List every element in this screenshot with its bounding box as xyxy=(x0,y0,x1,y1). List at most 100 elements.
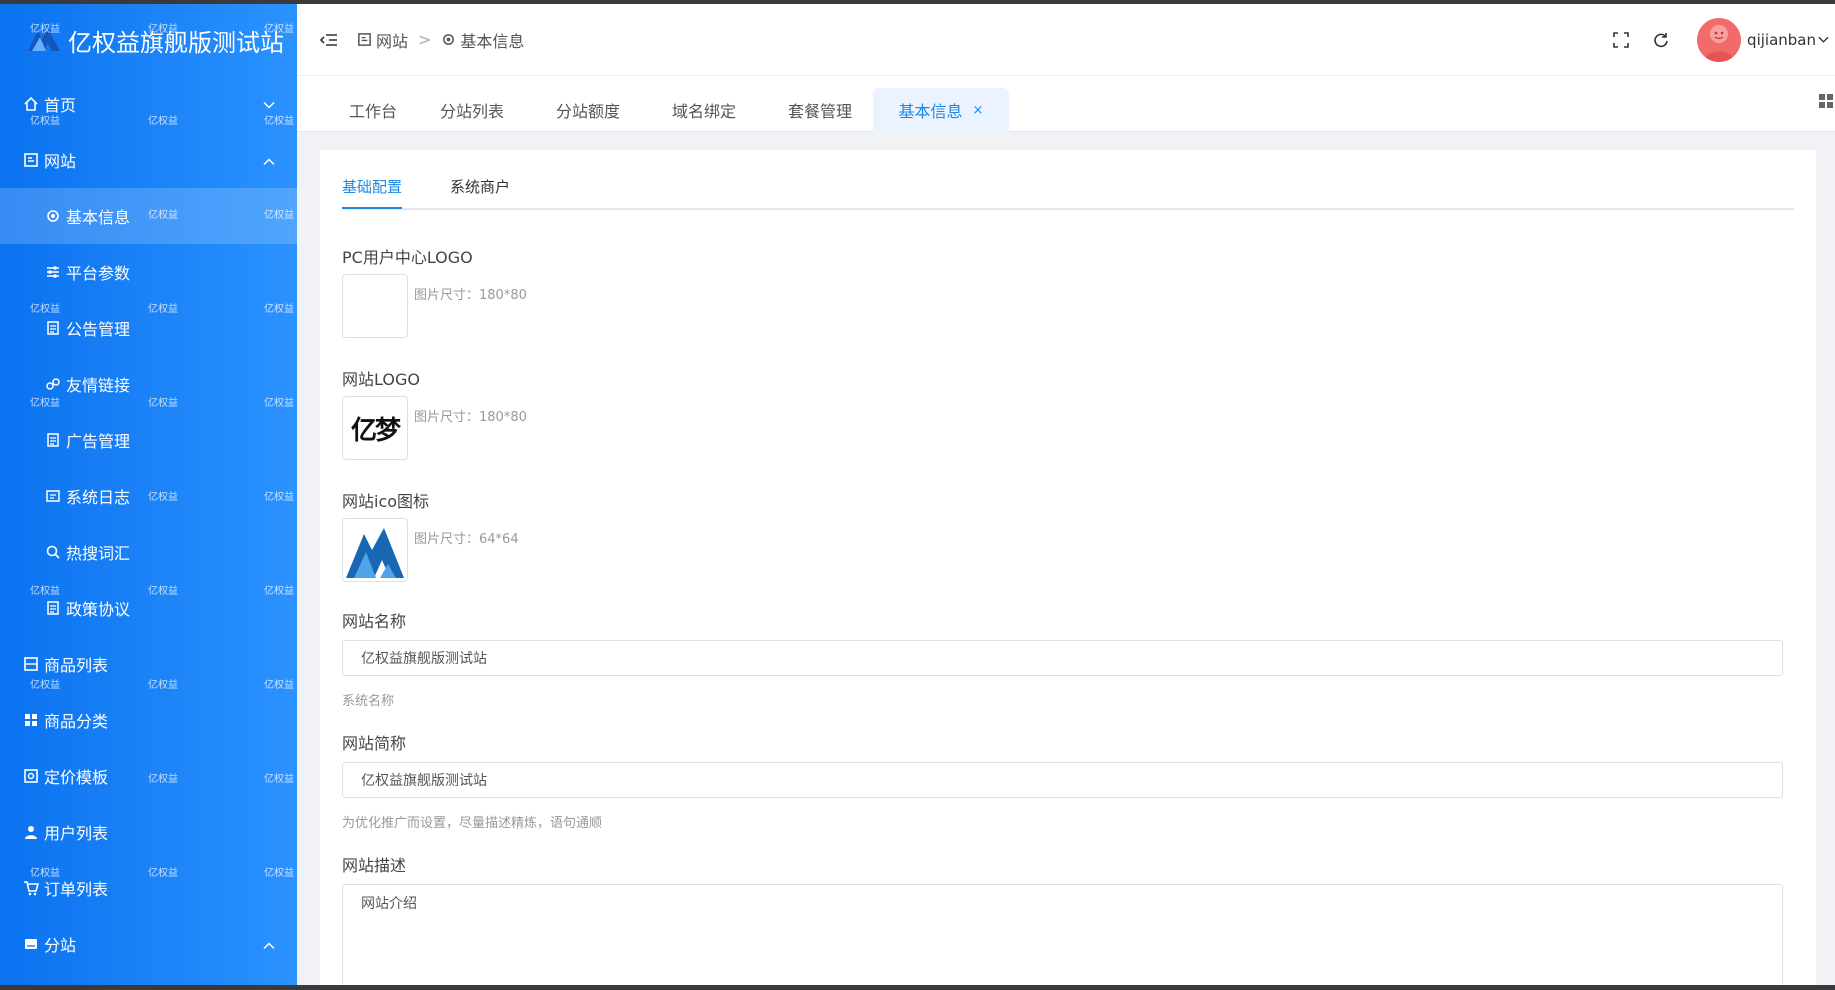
brand-logo-icon xyxy=(28,29,60,51)
refresh-icon xyxy=(1654,32,1668,47)
sidebar-item-label: 热搜词汇 xyxy=(66,544,131,563)
subtab-basic-config[interactable]: 基础配置 xyxy=(342,176,403,209)
tab-label: 基本信息 xyxy=(898,102,963,121)
fullscreen-icon xyxy=(1613,31,1629,48)
breadcrumb-item-site[interactable]: 网站 xyxy=(357,28,408,52)
fullscreen-button[interactable] xyxy=(1609,28,1633,52)
branch-icon xyxy=(22,935,40,953)
sidebar-item-label: 用户列表 xyxy=(44,824,109,843)
chevron-down-icon xyxy=(1818,36,1829,43)
pc-logo-hint: 图片尺寸：180*80 xyxy=(414,288,527,303)
sidebar-item-label: 公告管理 xyxy=(66,320,131,339)
user-menu[interactable]: qijianban xyxy=(1747,31,1829,49)
refresh-button[interactable] xyxy=(1649,28,1673,52)
site-short-name-input[interactable]: 亿权益旗舰版测试站 xyxy=(342,762,1783,798)
brand[interactable]: 亿权益旗舰版测试站 xyxy=(0,4,297,76)
avatar-face-icon xyxy=(1703,24,1736,62)
site-icon-hint: 图片尺寸：64*64 xyxy=(414,532,519,547)
user-icon xyxy=(22,823,40,841)
tab-label: 套餐管理 xyxy=(787,102,852,121)
app-window: 亿权益旗舰版测试站 首页 网站 基本信息 平台参数 公告管理 友情链接 广告管理… xyxy=(0,4,1835,985)
pc-logo-upload[interactable] xyxy=(342,274,408,338)
site-logo-hint: 图片尺寸：180*80 xyxy=(414,410,527,425)
chevron-down-icon xyxy=(263,95,275,114)
sidebar-item-label: 友情链接 xyxy=(66,376,131,395)
gear-icon xyxy=(443,34,455,45)
tab-label: 分站额度 xyxy=(555,102,620,121)
config-tabs: 基础配置 系统商户 xyxy=(342,172,1794,210)
site-logo-upload[interactable]: 亿梦 xyxy=(342,396,408,460)
sidebar-item-announcements[interactable]: 公告管理 xyxy=(0,300,297,356)
breadcrumb: 网站 > 基本信息 xyxy=(357,28,524,52)
home-icon xyxy=(22,95,40,113)
sidebar-item-ads[interactable]: 广告管理 xyxy=(0,412,297,468)
sidebar-item-price-template[interactable]: 定价模板 xyxy=(0,748,297,804)
tab-label: 工作台 xyxy=(348,102,397,121)
sidebar-item-system-log[interactable]: 系统日志 xyxy=(0,468,297,524)
breadcrumb-label: 网站 xyxy=(376,31,409,51)
avatar[interactable] xyxy=(1697,17,1742,62)
tab-domain-binding[interactable]: 域名绑定 xyxy=(659,88,749,132)
box-icon xyxy=(22,655,40,673)
site-short-name-help: 为优化推广而设置，尽量描述精炼，语句通顺 xyxy=(342,816,603,831)
site-description-value: 网站介绍 xyxy=(361,896,417,912)
document-icon xyxy=(44,599,62,617)
site-short-name-label: 网站简称 xyxy=(342,734,407,753)
brand-title: 亿权益旗舰版测试站 xyxy=(68,28,284,57)
site-icon-upload[interactable] xyxy=(342,518,408,582)
sidebar-item-label: 首页 xyxy=(44,96,77,115)
sidebar-item-product-category[interactable]: 商品分类 xyxy=(0,692,297,748)
site-short-name-value: 亿权益旗舰版测试站 xyxy=(361,773,487,789)
sidebar: 亿权益旗舰版测试站 首页 网站 基本信息 平台参数 公告管理 友情链接 广告管理… xyxy=(0,4,297,985)
sidebar-item-platform-params[interactable]: 平台参数 xyxy=(0,244,297,300)
grid-icon xyxy=(22,711,40,729)
tab-basic-info[interactable]: 基本信息 × xyxy=(873,88,1009,132)
sidebar-item-policy[interactable]: 政策协议 xyxy=(0,580,297,636)
sidebar-item-label: 平台参数 xyxy=(66,264,131,283)
site-logo-image: 亿梦 xyxy=(350,415,401,446)
tab-workbench[interactable]: 工作台 xyxy=(333,88,413,132)
sidebar-item-label: 系统日志 xyxy=(66,488,131,507)
sidebar-item-label: 商品列表 xyxy=(44,656,109,675)
site-logo-label: 网站LOGO xyxy=(342,370,420,389)
site-icon-image xyxy=(346,528,404,578)
breadcrumb-separator: > xyxy=(418,30,432,49)
tab-branch-quota[interactable]: 分站额度 xyxy=(543,88,633,132)
sidebar-item-home[interactable]: 首页 xyxy=(0,76,297,132)
document-icon xyxy=(44,319,62,337)
tabs-menu-grid-icon[interactable] xyxy=(1817,92,1835,110)
sidebar-item-label: 广告管理 xyxy=(66,432,131,451)
sidebar-item-product-list[interactable]: 商品列表 xyxy=(0,636,297,692)
site-name-input[interactable]: 亿权益旗舰版测试站 xyxy=(342,640,1783,676)
close-icon[interactable]: × xyxy=(973,103,984,118)
cart-icon xyxy=(22,879,40,897)
site-icon xyxy=(22,151,40,169)
tab-package-management[interactable]: 套餐管理 xyxy=(775,88,865,132)
tab-branch-list[interactable]: 分站列表 xyxy=(427,88,517,132)
username: qijianban xyxy=(1747,30,1816,49)
sidebar-item-site[interactable]: 网站 xyxy=(0,132,297,188)
top-header: 网站 > 基本信息 qijianban xyxy=(297,4,1835,76)
link-icon xyxy=(44,375,62,393)
tab-label: 分站列表 xyxy=(439,102,504,121)
breadcrumb-label: 基本信息 xyxy=(460,31,525,51)
site-description-label: 网站描述 xyxy=(342,856,407,875)
site-icon-label: 网站ico图标 xyxy=(342,492,430,511)
pc-logo-label: PC用户中心LOGO xyxy=(342,248,473,267)
site-name-value: 亿权益旗舰版测试站 xyxy=(361,651,487,667)
site-description-textarea[interactable]: 网站介绍 xyxy=(342,884,1783,985)
sliders-icon xyxy=(44,263,62,281)
sidebar-item-order-list[interactable]: 订单列表 xyxy=(0,860,297,916)
sidebar-item-basic-info[interactable]: 基本信息 xyxy=(0,188,297,244)
sidebar-item-label: 定价模板 xyxy=(44,768,109,787)
sidebar-item-hot-search[interactable]: 热搜词汇 xyxy=(0,524,297,580)
subtab-system-merchant[interactable]: 系统商户 xyxy=(450,176,510,207)
sidebar-item-user-list[interactable]: 用户列表 xyxy=(0,804,297,860)
sidebar-item-friend-links[interactable]: 友情链接 xyxy=(0,356,297,412)
log-icon xyxy=(44,487,62,505)
sidebar-item-branch[interactable]: 分站 xyxy=(0,916,297,972)
sidebar-item-label: 商品分类 xyxy=(44,712,109,731)
collapse-menu-button[interactable] xyxy=(319,30,339,50)
chevron-up-icon xyxy=(263,151,275,170)
document-icon xyxy=(44,431,62,449)
